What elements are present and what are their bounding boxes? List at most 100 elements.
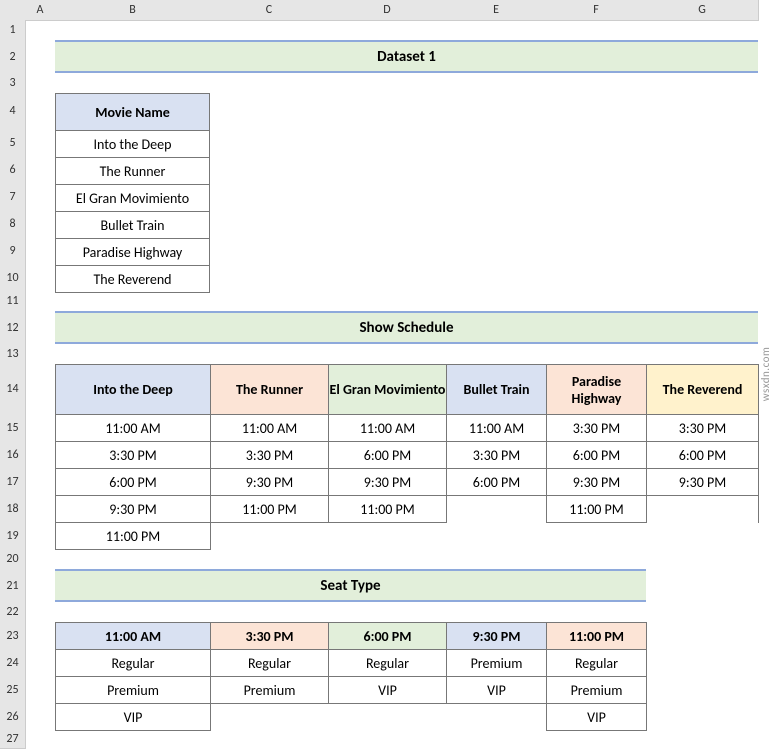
- schedule-cell[interactable]: [211, 523, 329, 550]
- schedule-cell[interactable]: [447, 523, 547, 550]
- col-header-G[interactable]: G: [646, 0, 759, 21]
- schedule-header[interactable]: The Reverend: [647, 365, 759, 415]
- schedule-header[interactable]: Bullet Train: [447, 365, 547, 415]
- row-header-13[interactable]: 13: [0, 344, 26, 365]
- row-header-2[interactable]: 2: [0, 40, 26, 74]
- col-header-D[interactable]: D: [328, 0, 447, 21]
- movie-cell[interactable]: The Reverend: [56, 266, 210, 293]
- row-header-27[interactable]: 27: [0, 730, 26, 749]
- movie-cell[interactable]: Paradise Highway: [56, 239, 210, 266]
- movie-cell[interactable]: Bullet Train: [56, 212, 210, 239]
- col-header-B[interactable]: B: [55, 0, 211, 21]
- row-header-19[interactable]: 19: [0, 522, 26, 550]
- schedule-cell[interactable]: 3:30 PM: [56, 442, 211, 469]
- row-header-8[interactable]: 8: [0, 210, 26, 238]
- row-header-15[interactable]: 15: [0, 414, 26, 442]
- schedule-cell[interactable]: 3:30 PM: [547, 415, 647, 442]
- movie-cell[interactable]: El Gran Movimiento: [56, 185, 210, 212]
- seat-cell[interactable]: VIP: [329, 677, 447, 704]
- row-header-10[interactable]: 10: [0, 264, 26, 292]
- row-header-18[interactable]: 18: [0, 495, 26, 523]
- schedule-cell[interactable]: 11:00 PM: [329, 496, 447, 523]
- schedule-cell[interactable]: 11:00 AM: [56, 415, 211, 442]
- row-header-5[interactable]: 5: [0, 129, 26, 157]
- seat-cell[interactable]: Premium: [56, 677, 211, 704]
- schedule-cell[interactable]: 6:00 PM: [56, 469, 211, 496]
- schedule-cell[interactable]: 9:30 PM: [329, 469, 447, 496]
- seat-cell[interactable]: Premium: [547, 677, 647, 704]
- schedule-cell[interactable]: 11:00 AM: [447, 415, 547, 442]
- seat-header[interactable]: 11:00 PM: [547, 623, 647, 650]
- seat-cell[interactable]: Regular: [547, 650, 647, 677]
- row-header-11[interactable]: 11: [0, 291, 26, 312]
- movie-cell[interactable]: The Runner: [56, 158, 210, 185]
- seat-cell[interactable]: Premium: [211, 677, 329, 704]
- row-header-20[interactable]: 20: [0, 549, 26, 570]
- schedule-cell[interactable]: [647, 496, 759, 523]
- row-header-7[interactable]: 7: [0, 183, 26, 211]
- seat-cell[interactable]: VIP: [447, 677, 547, 704]
- seat-header[interactable]: 9:30 PM: [447, 623, 547, 650]
- seat-cell[interactable]: [211, 704, 329, 731]
- schedule-header[interactable]: The Runner: [211, 365, 329, 415]
- seat-cell[interactable]: VIP: [56, 704, 211, 731]
- schedule-cell[interactable]: 11:00 AM: [329, 415, 447, 442]
- schedule-header[interactable]: Into the Deep: [56, 365, 211, 415]
- schedule-cell[interactable]: 6:00 PM: [647, 442, 759, 469]
- col-header-C[interactable]: C: [210, 0, 329, 21]
- row-header-6[interactable]: 6: [0, 156, 26, 184]
- row-header-25[interactable]: 25: [0, 676, 26, 704]
- row-header-9[interactable]: 9: [0, 237, 26, 265]
- schedule-cell[interactable]: 11:00 PM: [547, 496, 647, 523]
- dataset1-banner[interactable]: Dataset 1: [55, 40, 758, 73]
- seat-cell[interactable]: VIP: [547, 704, 647, 731]
- schedule-banner[interactable]: Show Schedule: [55, 311, 758, 344]
- movie-cell[interactable]: Into the Deep: [56, 131, 210, 158]
- schedule-cell[interactable]: 3:30 PM: [447, 442, 547, 469]
- seat-cell[interactable]: Regular: [56, 650, 211, 677]
- corner-cell[interactable]: [0, 0, 26, 21]
- movie-name-header[interactable]: Movie Name: [56, 94, 210, 131]
- schedule-cell[interactable]: 9:30 PM: [56, 496, 211, 523]
- row-header-4[interactable]: 4: [0, 93, 26, 130]
- row-header-22[interactable]: 22: [0, 602, 26, 623]
- seat-header[interactable]: 11:00 AM: [56, 623, 211, 650]
- schedule-cell[interactable]: 11:00 AM: [211, 415, 329, 442]
- schedule-cell[interactable]: 9:30 PM: [647, 469, 759, 496]
- row-header-12[interactable]: 12: [0, 311, 26, 345]
- col-header-A[interactable]: A: [25, 0, 56, 21]
- seat-cell[interactable]: Premium: [447, 650, 547, 677]
- schedule-header[interactable]: El Gran Movimiento: [329, 365, 447, 415]
- row-header-24[interactable]: 24: [0, 649, 26, 677]
- row-header-3[interactable]: 3: [0, 73, 26, 94]
- schedule-cell[interactable]: 11:00 PM: [211, 496, 329, 523]
- seat-header[interactable]: 3:30 PM: [211, 623, 329, 650]
- row-header-23[interactable]: 23: [0, 622, 26, 650]
- schedule-cell[interactable]: [447, 496, 547, 523]
- seat-cell[interactable]: [329, 704, 447, 731]
- seat-cell[interactable]: Regular: [329, 650, 447, 677]
- schedule-cell[interactable]: [647, 523, 759, 550]
- col-header-F[interactable]: F: [546, 0, 647, 21]
- schedule-cell[interactable]: 6:00 PM: [547, 442, 647, 469]
- col-header-E[interactable]: E: [446, 0, 547, 21]
- row-header-17[interactable]: 17: [0, 468, 26, 496]
- row-header-26[interactable]: 26: [0, 703, 26, 731]
- schedule-cell[interactable]: 3:30 PM: [211, 442, 329, 469]
- seat-header[interactable]: 6:00 PM: [329, 623, 447, 650]
- schedule-cell[interactable]: 3:30 PM: [647, 415, 759, 442]
- schedule-header[interactable]: Paradise Highway: [547, 365, 647, 415]
- row-header-14[interactable]: 14: [0, 364, 26, 415]
- seattype-banner[interactable]: Seat Type: [55, 569, 646, 602]
- schedule-cell[interactable]: 6:00 PM: [447, 469, 547, 496]
- schedule-cell[interactable]: 11:00 PM: [56, 523, 211, 550]
- seat-cell[interactable]: Regular: [211, 650, 329, 677]
- schedule-cell[interactable]: 9:30 PM: [547, 469, 647, 496]
- schedule-cell[interactable]: [547, 523, 647, 550]
- row-header-21[interactable]: 21: [0, 569, 26, 603]
- schedule-cell[interactable]: 9:30 PM: [211, 469, 329, 496]
- row-header-16[interactable]: 16: [0, 441, 26, 469]
- schedule-cell[interactable]: 6:00 PM: [329, 442, 447, 469]
- seat-cell[interactable]: [447, 704, 547, 731]
- schedule-cell[interactable]: [329, 523, 447, 550]
